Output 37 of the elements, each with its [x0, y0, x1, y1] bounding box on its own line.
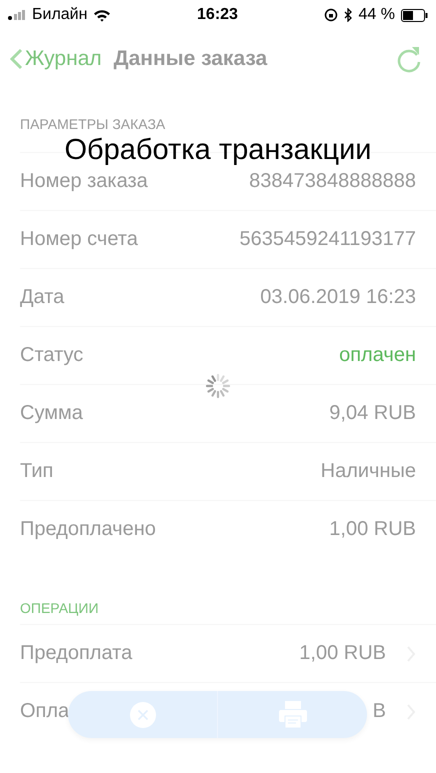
close-icon: [130, 702, 156, 728]
carrier-name: Билайн: [32, 6, 88, 24]
row-value: оплачен: [339, 344, 416, 367]
clock-time: 16:23: [197, 6, 238, 24]
row-label: Предоплачено: [20, 518, 156, 541]
row-label: Дата: [20, 286, 64, 309]
row-label: Номер заказа: [20, 170, 148, 193]
processing-title: Обработка транзакции: [64, 134, 372, 166]
printer-icon: [278, 701, 306, 728]
chevron-left-icon: [10, 48, 23, 70]
section-header: ПАРАМЕТРЫ ЗАКАЗА: [20, 116, 166, 132]
row-label: Статус: [20, 344, 84, 367]
screen-title: Данные заказа: [114, 47, 268, 71]
row-label: Тип: [20, 460, 54, 483]
section-header: ОПЕРАЦИИ: [20, 600, 99, 616]
row-value: 1,00 RUB: [299, 642, 386, 665]
row-value: 1,00 RUB: [329, 518, 416, 541]
signal-icon: [8, 10, 26, 20]
row-value: 9,04 RUB: [329, 402, 416, 425]
row-label: Опла: [20, 700, 70, 723]
row-value: 03.06.2019 16:23: [260, 286, 416, 309]
bluetooth-icon: [344, 8, 353, 22]
row-label: Предоплата: [20, 642, 132, 665]
row-label: Сумма: [20, 402, 83, 425]
row-value: 838473848888888: [249, 170, 416, 193]
row-label: Номер счета: [20, 228, 138, 251]
list-row[interactable]: Предоплата 1,00 RUB: [20, 624, 436, 682]
battery-icon: [401, 8, 428, 22]
battery-percent: 44 %: [358, 6, 395, 24]
loading-spinner-icon: [205, 373, 231, 399]
row-value: Наличные: [320, 460, 416, 483]
row-value: B: [372, 700, 386, 723]
back-link[interactable]: Журнал: [10, 47, 102, 71]
refresh-icon[interactable]: [396, 45, 422, 73]
wifi-icon: [93, 8, 112, 22]
rotation-lock-icon: [324, 8, 338, 22]
row-value: 5635459241193177: [240, 228, 416, 251]
